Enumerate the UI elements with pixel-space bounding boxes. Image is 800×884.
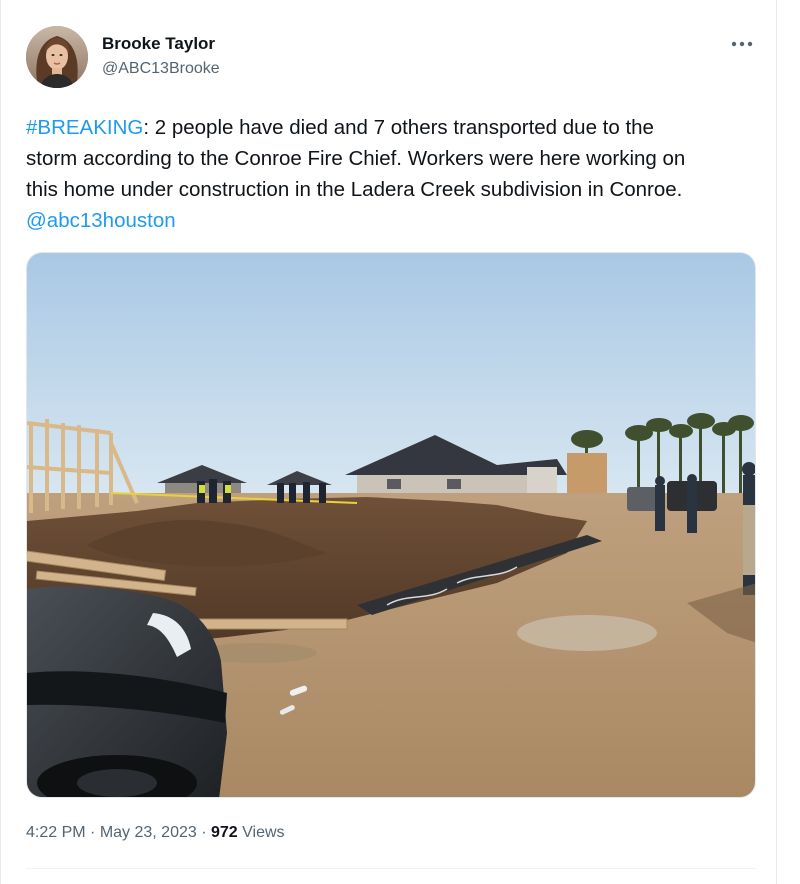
tweet-text: #BREAKING: 2 people have died and 7 othe… [26,112,756,236]
tweet-header: Brooke Taylor @ABC13Brooke [26,26,756,90]
tweet-line-1-text: : 2 people have died and 7 others transp… [143,116,654,139]
tweet-photo[interactable] [26,252,756,798]
views-count: 972 [210,824,238,841]
user-block: Brooke Taylor @ABC13Brooke [102,34,220,79]
tweet-meta: 4:22 PM · May 23, 2023 · 972 Views [26,823,285,843]
tweet-date[interactable]: May 23, 2023 [100,824,197,841]
avatar[interactable] [26,26,88,88]
display-name[interactable]: Brooke Taylor [102,34,220,54]
hashtag-link[interactable]: #BREAKING [26,116,143,139]
tweet-line-4: @abc13houston [26,205,756,236]
user-handle[interactable]: @ABC13Brooke [102,59,220,79]
left-border [0,0,1,884]
more-options-button[interactable] [728,36,756,52]
tweet-line-1: #BREAKING: 2 people have died and 7 othe… [26,112,756,143]
meta-separator-1: · [85,824,100,841]
views-label: Views [237,824,285,841]
tweet-page: Brooke Taylor @ABC13Brooke #BREAKING: 2 … [0,0,800,884]
profile-photo-icon [26,26,88,88]
storm-damage-photo-icon [27,253,755,797]
mention-link[interactable]: @abc13houston [26,209,176,232]
bottom-divider [26,868,756,869]
right-border [776,0,777,884]
more-dots-icon [731,41,753,47]
tweet-line-3: this home under construction in the Lade… [26,178,683,201]
tweet-time[interactable]: 4:22 PM [26,824,86,841]
meta-separator-2: · [196,824,211,841]
tweet-line-2: storm according to the Conroe Fire Chief… [26,147,686,170]
